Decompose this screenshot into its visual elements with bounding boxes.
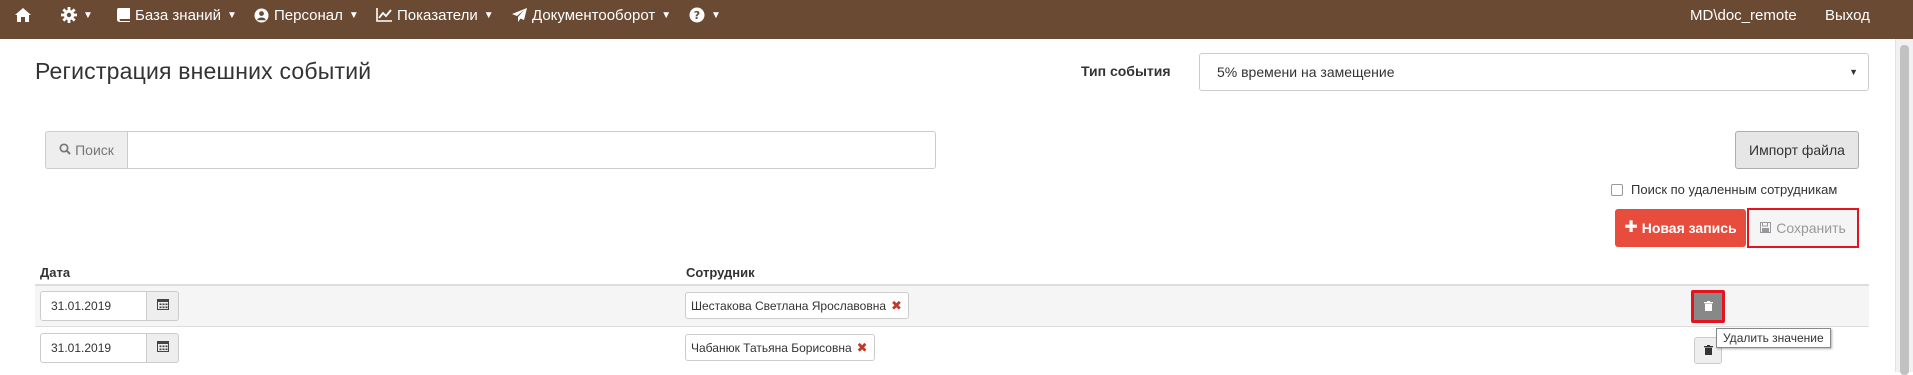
- logout-link[interactable]: Выход: [1825, 0, 1870, 30]
- event-type-value: 5% времени на замещение: [1217, 64, 1395, 80]
- nav-indicators[interactable]: Показатели ▼: [376, 0, 494, 30]
- user-circle-icon: [254, 8, 269, 23]
- employee-tag: Шестакова Светлана Ярославовна ✖: [685, 292, 909, 319]
- vertical-scrollbar[interactable]: [1895, 39, 1913, 375]
- plus-icon: ✚: [1624, 219, 1638, 236]
- floppy-disk-icon: [1760, 220, 1772, 236]
- calendar-icon: [156, 297, 169, 315]
- employee-name: Чабанюк Татьяна Борисовна: [691, 340, 852, 355]
- nav-knowledge-base-label: База знаний: [135, 6, 221, 24]
- delete-tooltip: Удалить значение: [1716, 328, 1831, 348]
- chevron-down-icon: ▼: [348, 9, 359, 21]
- top-navbar: ▼ База знаний ▼ Персонал ▼ Показатели ▼: [0, 0, 1913, 39]
- employee-name: Шестакова Светлана Ярославовна: [691, 298, 887, 313]
- remove-employee-icon[interactable]: ✖: [857, 340, 868, 356]
- user-name: MD\doc_remote: [1690, 6, 1797, 24]
- table-row: 31.01.2019 Шестакова Светлана Ярославовн…: [35, 286, 1869, 327]
- date-input[interactable]: 31.01.2019: [40, 333, 147, 363]
- nav-home[interactable]: [15, 0, 31, 30]
- delete-row-button[interactable]: [1691, 290, 1725, 323]
- date-input[interactable]: 31.01.2019: [40, 291, 147, 321]
- new-record-label: Новая запись: [1641, 220, 1737, 236]
- date-picker: 31.01.2019: [40, 291, 179, 321]
- deleted-employees-checkbox[interactable]: [1611, 183, 1623, 196]
- trash-icon: [1703, 298, 1713, 316]
- search-addon-label: Поиск: [75, 142, 114, 158]
- trash-icon: [1703, 342, 1713, 360]
- paper-plane-icon: [512, 8, 527, 22]
- chevron-down-icon: ▼: [661, 9, 672, 21]
- calendar-button[interactable]: [147, 291, 179, 321]
- nav-personnel-label: Персонал: [274, 6, 343, 24]
- remove-employee-icon[interactable]: ✖: [891, 298, 902, 314]
- gear-icon: [61, 7, 77, 23]
- nav-document-flow-label: Документооборот: [532, 6, 656, 24]
- chevron-down-icon: ▼: [83, 9, 93, 21]
- user-account-link[interactable]: MD\doc_remote: [1690, 0, 1797, 30]
- page-title: Регистрация внешних событий: [35, 58, 372, 84]
- event-type-select[interactable]: 5% времени на замещение ▼: [1199, 53, 1869, 91]
- nav-help[interactable]: ? ▼: [689, 0, 721, 30]
- deleted-employees-label: Поиск по удаленным сотрудникам: [1631, 182, 1838, 197]
- nav-settings[interactable]: ▼: [61, 0, 93, 30]
- svg-text:?: ?: [694, 9, 700, 22]
- question-circle-icon: ?: [689, 7, 705, 23]
- column-header-employee: Сотрудник: [686, 265, 755, 280]
- table-row: 31.01.2019 Чабанюк Татьяна Борисовна ✖: [35, 328, 1869, 369]
- chevron-down-icon: ▼: [483, 9, 494, 21]
- save-label: Сохранить: [1776, 220, 1846, 236]
- event-type-label: Тип события: [1081, 63, 1171, 79]
- scrollbar-thumb[interactable]: [1900, 45, 1909, 375]
- line-chart-icon: [376, 8, 392, 22]
- chevron-down-icon: ▼: [226, 9, 237, 21]
- home-icon: [15, 8, 31, 22]
- search-group: Поиск: [45, 131, 936, 169]
- chevron-down-icon: ▼: [711, 9, 721, 21]
- calendar-icon: [156, 339, 169, 357]
- save-button[interactable]: Сохранить: [1747, 208, 1859, 248]
- calendar-button[interactable]: [147, 333, 179, 363]
- column-header-date: Дата: [40, 265, 71, 280]
- import-file-button[interactable]: Импорт файла: [1735, 131, 1859, 169]
- new-record-button[interactable]: ✚ Новая запись: [1615, 209, 1746, 247]
- nav-document-flow[interactable]: Документооборот ▼: [512, 0, 671, 30]
- nav-personnel[interactable]: Персонал ▼: [254, 0, 359, 30]
- search-input[interactable]: [127, 131, 936, 169]
- employee-tag: Чабанюк Татьяна Борисовна ✖: [685, 334, 875, 361]
- search-addon: Поиск: [45, 131, 127, 169]
- search-icon: [59, 142, 71, 158]
- nav-knowledge-base[interactable]: База знаний ▼: [117, 0, 237, 30]
- deleted-employees-search-toggle[interactable]: Поиск по удаленным сотрудникам: [1611, 182, 1837, 197]
- logout-label: Выход: [1825, 6, 1870, 24]
- chevron-down-icon: ▼: [1849, 67, 1858, 77]
- date-picker: 31.01.2019: [40, 333, 179, 363]
- nav-indicators-label: Показатели: [397, 6, 478, 24]
- book-icon: [117, 8, 130, 22]
